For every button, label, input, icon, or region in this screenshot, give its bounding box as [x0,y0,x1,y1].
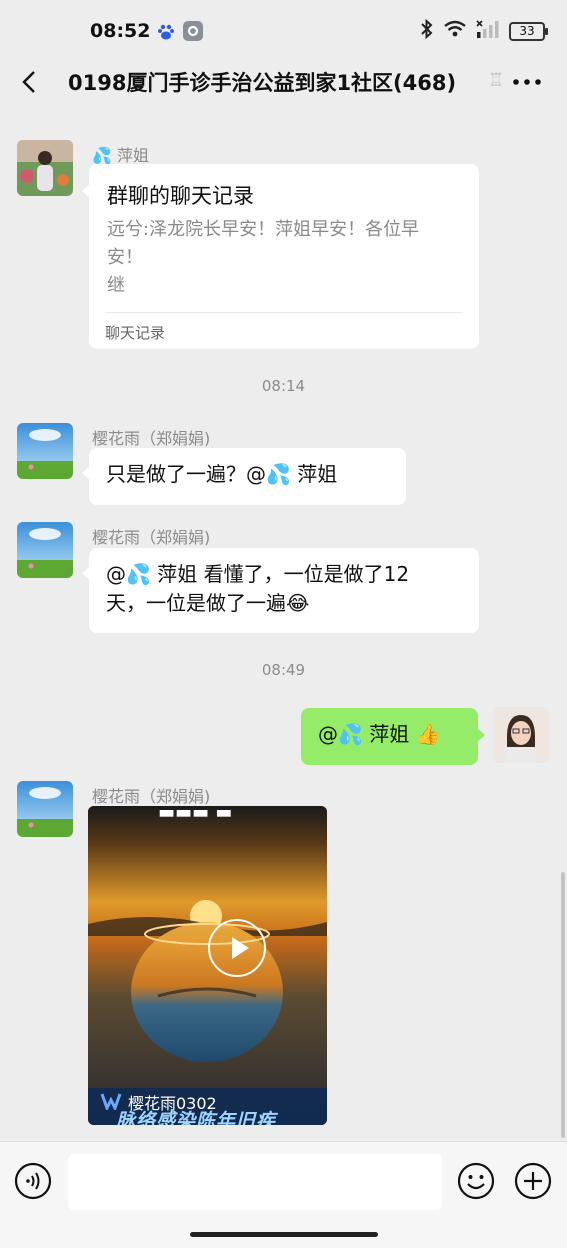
sender-name: 樱花雨（郑娟娟) [92,787,211,806]
message-text: 天，一位是做了一遍😂 [106,591,310,615]
chat-record-card[interactable]: 群聊的聊天记录 远兮:泽龙院长早安！萍姐早安！各位早 安！ 继 聊天记录 [82,164,479,349]
status-time: 08:52 [90,20,151,42]
record-line: 继 [107,275,125,296]
avatar-pingjie[interactable] [17,140,73,196]
timestamp: 08:49 [261,661,306,679]
more-icon[interactable] [510,70,544,94]
record-line: 远兮:泽龙院长早安！萍姐早安！各位早 [107,219,420,240]
chat-message-list[interactable]: 💦 萍姐 群聊的聊天记录 远兮:泽龙院长早安！萍姐早安！各位早 安！ 继 聊天记… [0,106,567,1141]
input-bar [0,1141,567,1248]
baidu-icon [156,21,176,41]
chat-title: 0198厦门手诊手治公益到家1社区(468) [68,71,457,95]
video-message[interactable]: ▬▬▬ ▬ 樱花雨0302 脉络感染陈年旧疾 [88,806,327,1125]
emoji-icon[interactable] [457,1162,495,1200]
message-text: @💦 萍姐 👍 [318,722,441,746]
chat-header: 0198厦门手诊手治公益到家1社区(468) ♖ [0,60,567,106]
signal-icon [476,19,500,43]
scrollbar[interactable] [561,872,565,1138]
title-overflow-glyph: ♖ [488,70,505,91]
message-text: @💦 萍姐 看懂了，一位是做了12 [106,562,410,586]
voice-icon[interactable] [14,1162,52,1200]
play-icon[interactable] [208,919,266,977]
video-thumbnail [88,806,327,1125]
avatar-yinghuayu[interactable] [17,781,73,837]
record-line: 安！ [107,247,143,268]
sender-name: 樱花雨（郑娟娟) [92,528,211,547]
timestamp: 08:14 [261,377,306,395]
avatar-yinghuayu[interactable] [17,423,73,479]
message-bubble[interactable]: 只是做了一遍？@💦 萍姐 [82,448,406,505]
plus-icon[interactable] [514,1162,552,1200]
avatar-yinghuayu[interactable] [17,522,73,578]
divider [105,312,463,313]
wifi-icon [443,20,467,42]
back-arrow-icon[interactable] [16,68,44,96]
sender-name: 💦 萍姐 [92,146,150,165]
status-bar: 08:52 33 [0,0,567,60]
my-avatar[interactable] [493,707,549,763]
app-settings-icon [183,21,203,41]
message-text: 只是做了一遍？@💦 萍姐 [106,462,338,486]
record-footer: 聊天记录 [105,324,166,342]
sender-name: 樱花雨（郑娟娟) [92,429,211,448]
video-caption: 脉络感染陈年旧疾 [116,1110,277,1125]
home-indicator[interactable] [190,1232,378,1237]
record-title: 群聊的聊天记录 [107,184,254,208]
record-preview: 远兮:泽龙院长早安！萍姐早安！各位早 安！ 继 [107,216,447,300]
bluetooth-icon [420,18,434,43]
video-overlay-top: ▬▬▬ ▬ [158,806,233,823]
message-input[interactable] [68,1154,442,1210]
battery-indicator: 33 [509,21,548,41]
message-bubble[interactable]: @💦 萍姐 看懂了，一位是做了12 天，一位是做了一遍😂 [82,548,479,633]
my-message-bubble[interactable]: @💦 萍姐 👍 [301,708,485,765]
